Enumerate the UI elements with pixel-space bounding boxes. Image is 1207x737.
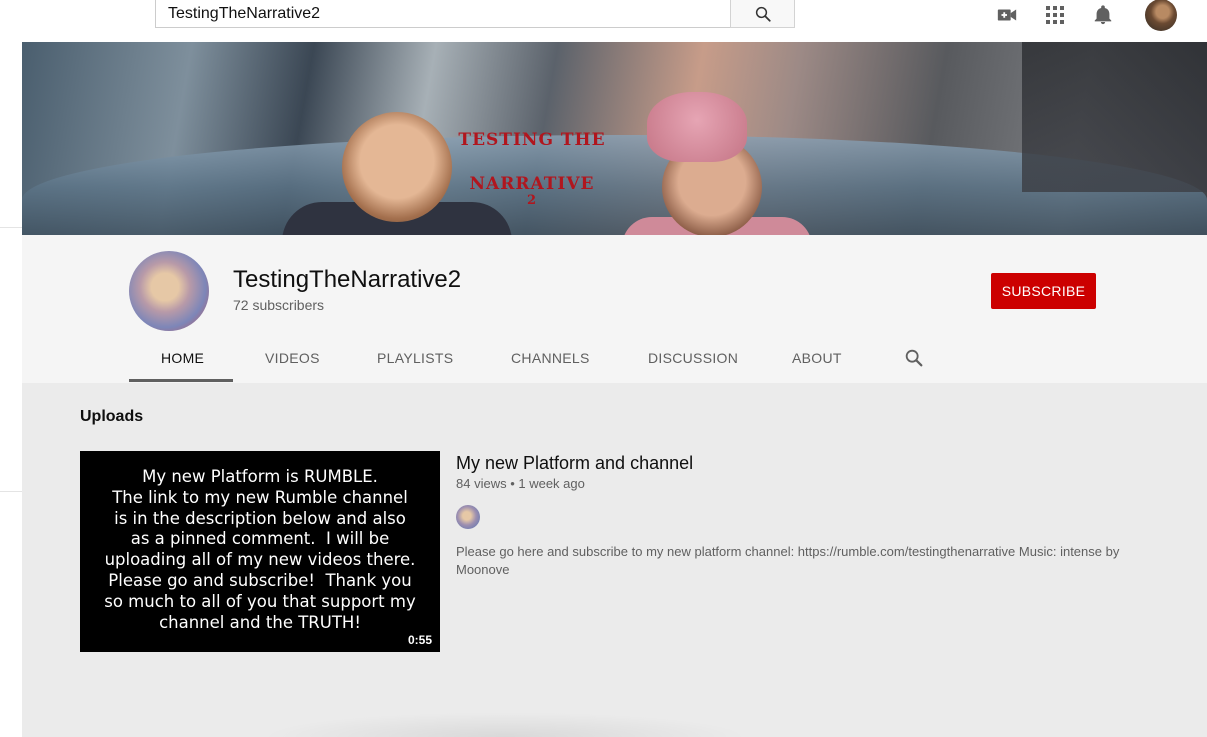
banner-text-line: 2: [526, 193, 538, 208]
active-tab-indicator: [129, 379, 233, 382]
thumbnail-line: The link to my new Rumble channel: [112, 487, 408, 507]
banner-text-line: NARRATIVE: [469, 174, 595, 194]
divider: [0, 491, 22, 492]
tab-channels[interactable]: CHANNELS: [511, 350, 590, 366]
tab-videos[interactable]: VIDEOS: [265, 350, 320, 366]
video-title[interactable]: My new Platform and channel: [456, 453, 693, 474]
create-video-icon[interactable]: [995, 3, 1019, 27]
thumbnail-line: as a pinned comment. I will be: [130, 529, 390, 549]
search-button[interactable]: [730, 0, 795, 28]
banner-text-line: TESTING THE: [458, 130, 606, 150]
subscribe-button[interactable]: SUBSCRIBE: [991, 273, 1096, 309]
thumbnail-line: uploading all of my new videos there.: [104, 550, 416, 570]
video-thumbnail[interactable]: My new Platform is RUMBLE. The link to m…: [80, 451, 440, 652]
section-title[interactable]: Uploads: [80, 408, 143, 426]
video-meta: 84 views • 1 week ago: [456, 476, 585, 491]
video-duration: 0:55: [403, 632, 436, 648]
video-channel-avatar[interactable]: [456, 505, 480, 529]
tab-about[interactable]: ABOUT: [792, 350, 842, 366]
decorative-shadow: [260, 712, 750, 737]
channel-search-icon[interactable]: [903, 347, 925, 369]
tab-discussion[interactable]: DISCUSSION: [648, 350, 738, 366]
account-avatar[interactable]: [1145, 0, 1177, 31]
channel-title: TestingTheNarrative2: [233, 266, 462, 293]
thumbnail-line: Please go and subscribe! Thank you: [108, 570, 412, 590]
thumbnail-line: so much to all of you that support my: [104, 591, 416, 611]
subscriber-count: 72 subscribers: [233, 297, 325, 313]
apps-grid-icon[interactable]: [1043, 3, 1067, 27]
thumbnail-line: is in the description below and also: [114, 508, 406, 528]
notifications-bell-icon[interactable]: [1091, 3, 1115, 27]
video-description: Please go here and subscribe to my new p…: [456, 544, 1120, 577]
channel-avatar: [129, 251, 209, 331]
thumbnail-line: My new Platform is RUMBLE.: [142, 467, 378, 486]
banner-text: TESTING THE NARRATIVE 2: [402, 130, 662, 207]
tab-playlists[interactable]: PLAYLISTS: [377, 350, 453, 366]
channel-banner: TESTING THE NARRATIVE 2: [22, 42, 1207, 235]
thumbnail-line: channel and the TRUTH!: [159, 612, 361, 632]
search-icon: [755, 6, 771, 22]
search-input[interactable]: TestingTheNarrative2: [155, 0, 731, 28]
tab-home[interactable]: HOME: [161, 350, 204, 366]
thumbnail-text: My new Platform is RUMBLE. The link to m…: [80, 467, 440, 633]
divider: [0, 227, 22, 228]
